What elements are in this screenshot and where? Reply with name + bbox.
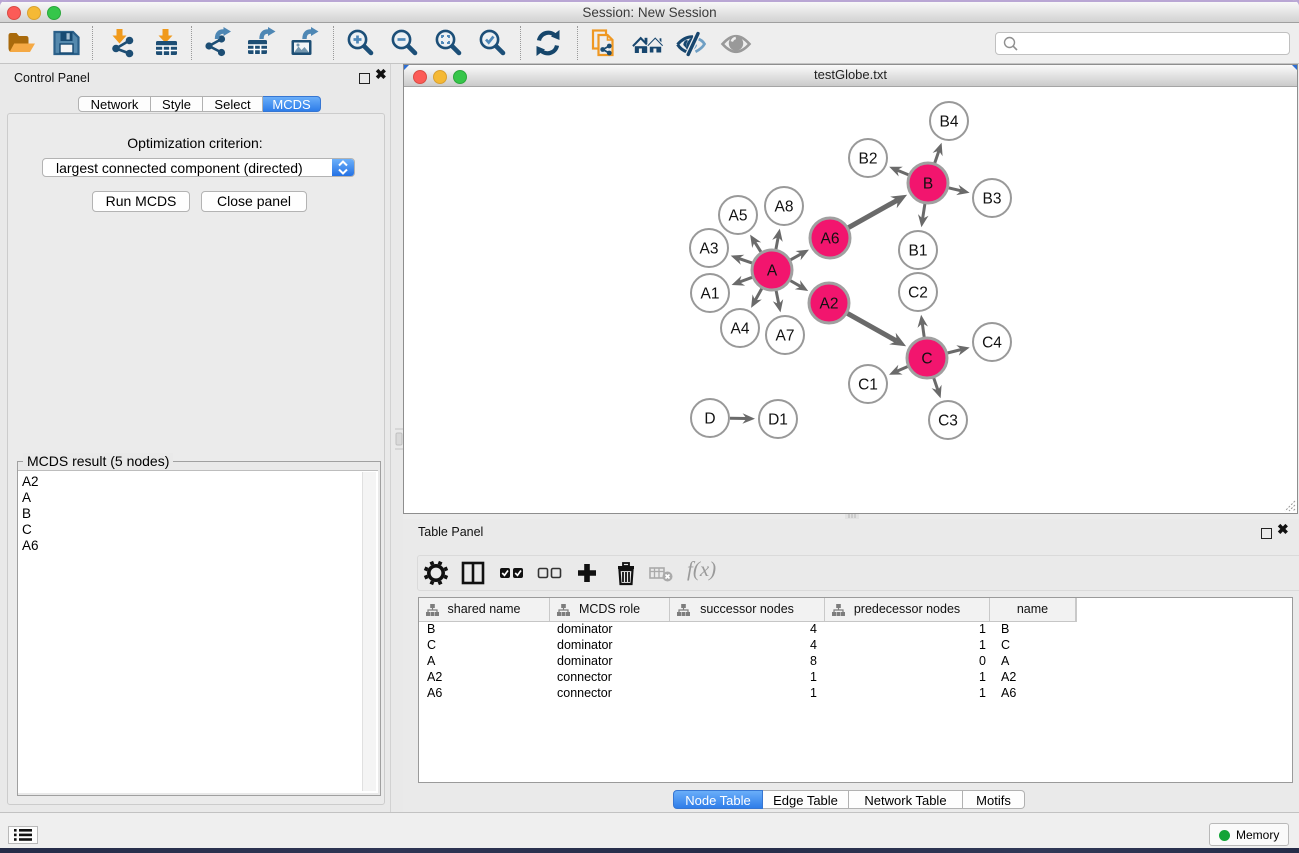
svg-text:A7: A7 bbox=[776, 328, 795, 345]
svg-text:A1: A1 bbox=[701, 286, 720, 303]
svg-text:C: C bbox=[921, 351, 932, 368]
svg-text:C1: C1 bbox=[858, 377, 878, 394]
svg-text:B1: B1 bbox=[909, 243, 928, 260]
svg-text:A5: A5 bbox=[729, 208, 748, 225]
svg-text:C3: C3 bbox=[938, 413, 958, 430]
svg-text:A3: A3 bbox=[700, 241, 719, 258]
svg-text:A8: A8 bbox=[775, 199, 794, 216]
svg-text:A4: A4 bbox=[731, 321, 750, 338]
svg-text:C2: C2 bbox=[908, 285, 928, 302]
svg-text:D1: D1 bbox=[768, 412, 788, 429]
svg-text:B2: B2 bbox=[859, 151, 878, 168]
svg-text:B3: B3 bbox=[983, 191, 1002, 208]
svg-text:D: D bbox=[704, 411, 715, 428]
svg-text:A: A bbox=[767, 263, 778, 280]
svg-text:A6: A6 bbox=[821, 231, 840, 248]
svg-text:A2: A2 bbox=[820, 296, 839, 313]
svg-text:B4: B4 bbox=[940, 114, 959, 131]
svg-text:C4: C4 bbox=[982, 335, 1002, 352]
svg-text:B: B bbox=[923, 176, 933, 193]
